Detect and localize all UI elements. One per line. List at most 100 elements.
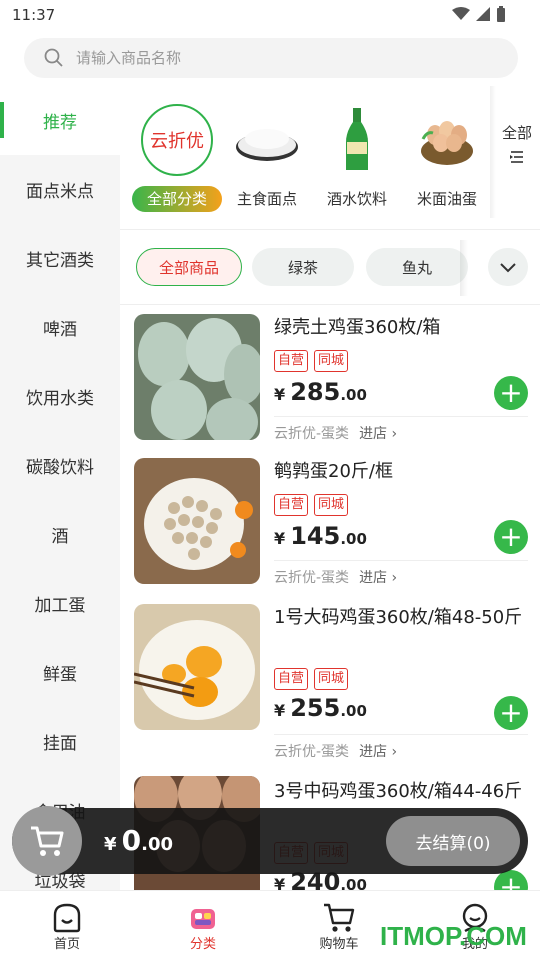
shop-link[interactable]: 云折优-蛋类 进店 ›	[274, 560, 528, 587]
sidebar-item-fresh-egg[interactable]: 鲜蛋	[0, 638, 120, 707]
chip-label: 绿茶	[287, 258, 318, 277]
tab-home[interactable]: 首页	[22, 899, 112, 952]
enter-shop-link[interactable]: 进店 ›	[359, 570, 397, 586]
category-staple[interactable]: 主食面点	[222, 104, 312, 212]
product-tags: 自营 同城	[274, 494, 349, 516]
tab-label: 购物车	[319, 937, 359, 952]
cart-icon	[324, 903, 355, 932]
tag-same-city: 同城	[314, 494, 349, 516]
enter-shop-link[interactable]: 进店 ›	[359, 744, 397, 760]
product-image[interactable]	[134, 458, 260, 584]
tag-same-city: 同城	[314, 350, 349, 372]
price-decimal: .00	[340, 386, 367, 404]
product-image[interactable]	[134, 314, 260, 440]
cart-bar: ¥ 0.00 去结算(0)	[12, 806, 528, 876]
product-tags: 自营 同城	[274, 350, 349, 372]
chip-green-tea[interactable]: 绿茶	[252, 248, 354, 286]
category-all-label: 全部	[502, 124, 533, 142]
category-label: 米面油蛋	[416, 190, 477, 208]
sidebar-item-other-liquor[interactable]: 其它酒类	[0, 224, 120, 293]
tag-self-run: 自营	[274, 350, 309, 372]
shop-name: 云折优-蛋类	[274, 426, 350, 442]
tab-category[interactable]: 分类	[158, 899, 248, 952]
price-currency: ¥	[274, 701, 286, 720]
sidebar-item-liquor[interactable]: 酒	[0, 500, 120, 569]
sidebar-item-water[interactable]: 饮用水类	[0, 362, 120, 431]
add-to-cart-button[interactable]: +	[494, 376, 528, 410]
category-divider	[490, 86, 496, 218]
cart-currency: ¥	[104, 834, 117, 855]
cart-total: ¥ 0.00	[104, 824, 173, 857]
flour-plate-image	[236, 129, 298, 161]
category-label: 主食面点	[236, 190, 297, 208]
plus-icon: +	[499, 870, 523, 891]
status-time: 11:37	[12, 6, 56, 24]
tag-same-city: 同城	[314, 668, 349, 690]
category-all-toggle[interactable]: 全部	[502, 122, 532, 170]
cart-total-integer: 0	[121, 824, 142, 857]
sidebar-item-label: 推荐	[43, 113, 77, 133]
sidebar-item-label: 挂面	[43, 734, 77, 754]
tab-label: 首页	[53, 937, 80, 952]
search-icon	[44, 48, 63, 67]
price-decimal: .00	[340, 876, 367, 890]
add-to-cart-button[interactable]: +	[494, 696, 528, 730]
plus-icon: +	[499, 696, 523, 729]
sidebar-item-beer[interactable]: 啤酒	[0, 293, 120, 362]
tab-cart[interactable]: 购物车	[294, 899, 384, 952]
category-label: 酒水饮料	[326, 190, 387, 208]
wifi-icon	[452, 7, 470, 20]
chip-shadow	[460, 240, 468, 296]
tag-self-run: 自营	[274, 668, 309, 690]
bottle-image	[346, 108, 368, 170]
watermark: ITMOP.COM	[380, 921, 527, 951]
search-bar[interactable]	[24, 38, 518, 78]
plus-icon: +	[499, 520, 523, 553]
category-rice-oil-egg[interactable]: 米面油蛋	[402, 104, 492, 212]
sidebar-item-recommend[interactable]: 推荐	[0, 86, 120, 155]
product-image[interactable]	[134, 604, 260, 730]
cart-total-decimal: .00	[141, 834, 173, 855]
product-card[interactable]: 鹌鹑蛋20斤/框 自营 同城 ¥ 145.00 + 云折优-蛋类 进店 ›	[134, 450, 528, 610]
list-icon	[510, 151, 523, 163]
product-price: ¥ 145.00	[274, 522, 367, 550]
checkout-button[interactable]: 去结算(0)	[386, 816, 520, 866]
sidebar-item-pastry[interactable]: 面点米点	[0, 155, 120, 224]
product-tags: 自营 同城	[274, 668, 349, 690]
search-input[interactable]	[76, 49, 456, 67]
sidebar-item-label: 面点米点	[26, 182, 94, 202]
sidebar-item-label: 酒	[51, 527, 69, 547]
add-to-cart-button[interactable]: +	[494, 520, 528, 554]
home-icon	[53, 903, 81, 933]
product-card[interactable]: 绿壳土鸡蛋360枚/箱 自营 同城 ¥ 285.00 + 云折优-蛋类 进店 ›	[134, 306, 528, 466]
category-all[interactable]: 云折优 全部分类	[132, 104, 222, 212]
chip-label: 鱼丸	[401, 258, 432, 277]
chevron-down-icon	[500, 263, 516, 273]
tag-self-run: 自营	[274, 494, 309, 516]
expand-chips-button[interactable]	[488, 248, 528, 286]
egg-basket-image	[421, 121, 473, 165]
sidebar-item-label: 其它酒类	[26, 251, 94, 271]
price-currency: ¥	[274, 385, 286, 404]
category-row: 云折优 全部分类 主食面点 酒水饮料 米面油蛋 全部	[120, 86, 540, 228]
shop-link[interactable]: 云折优-蛋类 进店 ›	[274, 734, 528, 761]
category-drinks[interactable]: 酒水饮料	[312, 104, 402, 212]
sidebar-item-label: 碳酸饮料	[26, 458, 94, 478]
price-integer: 255	[290, 694, 341, 722]
price-currency: ¥	[274, 875, 286, 890]
tab-label: 分类	[189, 937, 216, 952]
brand-logo: 云折优	[141, 104, 213, 176]
sidebar-item-soda[interactable]: 碳酸饮料	[0, 431, 120, 500]
chip-fish-ball[interactable]: 鱼丸	[366, 248, 468, 286]
category-label: 全部分类	[132, 186, 222, 212]
sidebar-item-processed-egg[interactable]: 加工蛋	[0, 569, 120, 638]
cart-button[interactable]	[12, 806, 82, 876]
price-decimal: .00	[340, 530, 367, 548]
enter-shop-link[interactable]: 进店 ›	[359, 426, 397, 442]
shop-name: 云折优-蛋类	[274, 744, 350, 760]
status-bar: 11:37	[0, 0, 540, 30]
product-card[interactable]: 1号大码鸡蛋360枚/箱48-50斤 自营 同城 ¥ 255.00 + 云折优-…	[134, 596, 528, 768]
shop-link[interactable]: 云折优-蛋类 进店 ›	[274, 416, 528, 443]
chip-all-goods[interactable]: 全部商品	[136, 248, 242, 286]
sidebar-item-noodles[interactable]: 挂面	[0, 707, 120, 776]
